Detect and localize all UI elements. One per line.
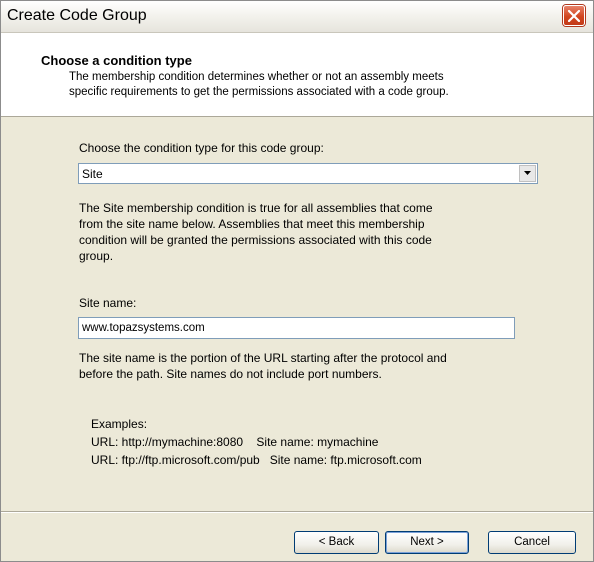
condition-type-label: Choose the condition type for this code … (79, 141, 324, 155)
next-button[interactable]: Next > (385, 531, 469, 554)
help-line: before the path. Site names do not inclu… (79, 367, 382, 381)
help-line: The site name is the portion of the URL … (79, 351, 447, 365)
description-line: from the site name below. Assemblies tha… (79, 217, 425, 231)
site-name-input[interactable] (79, 318, 514, 338)
title-bar[interactable]: Create Code Group (1, 1, 593, 33)
close-icon (568, 10, 580, 22)
header-desc-line: The membership condition determines whet… (69, 71, 444, 83)
example-line: URL: http://mymachine:8080 Site name: my… (91, 435, 379, 449)
dropdown-button[interactable] (519, 165, 536, 182)
button-separator (1, 511, 593, 513)
cancel-button[interactable]: Cancel (488, 531, 576, 554)
window-title: Create Code Group (7, 7, 147, 24)
back-button[interactable]: < Back (294, 531, 379, 554)
site-name-field[interactable] (78, 317, 515, 339)
header-title: Choose a condition type (41, 53, 192, 68)
dialog-window: Create Code Group Choose a condition typ… (0, 0, 594, 562)
examples-label: Examples: (91, 417, 148, 431)
site-name-label: Site name: (79, 296, 137, 310)
wizard-header: Choose a condition type The membership c… (1, 33, 593, 117)
condition-type-value: Site (82, 167, 103, 181)
header-description: The membership condition determines whet… (69, 70, 579, 100)
close-button[interactable] (563, 5, 585, 26)
condition-description: The Site membership condition is true fo… (79, 200, 539, 264)
site-help-text: The site name is the portion of the URL … (79, 350, 539, 382)
example-line: URL: ftp://ftp.microsoft.com/pub Site na… (91, 453, 422, 467)
chevron-down-icon (524, 171, 531, 175)
description-line: group. (79, 249, 114, 263)
description-line: The Site membership condition is true fo… (79, 201, 433, 215)
condition-type-select[interactable]: Site (78, 163, 538, 184)
examples-section: Examples: URL: http://mymachine:8080 Sit… (91, 415, 571, 469)
description-line: condition will be granted the permission… (79, 233, 432, 247)
header-desc-line: specific requirements to get the permiss… (69, 86, 449, 98)
